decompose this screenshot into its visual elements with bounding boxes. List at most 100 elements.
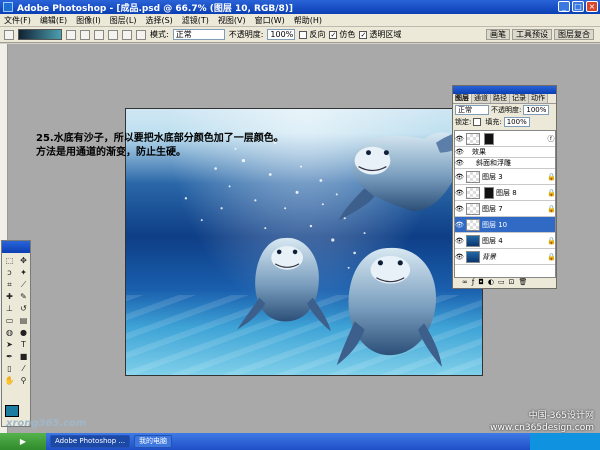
- crop-tool-icon[interactable]: ⌗: [3, 279, 16, 290]
- menu-filter[interactable]: 滤镜(T): [182, 15, 209, 26]
- tab-history[interactable]: 记录: [510, 94, 529, 103]
- move-tool-icon[interactable]: ✥: [17, 255, 30, 266]
- gradient-tool-icon-box[interactable]: ▤: [17, 315, 30, 326]
- menu-view[interactable]: 视图(V): [218, 15, 246, 26]
- menu-edit[interactable]: 编辑(E): [40, 15, 67, 26]
- opacity-field[interactable]: 100%: [267, 29, 296, 40]
- menu-layer[interactable]: 图层(L): [110, 15, 137, 26]
- new-fill-layer-icon[interactable]: ◐: [488, 278, 494, 287]
- dither-checkbox[interactable]: ✓: [329, 30, 338, 39]
- blend-mode-select[interactable]: 正常: [455, 105, 489, 115]
- notes-tool-icon[interactable]: ▯: [3, 363, 16, 374]
- tab-layers[interactable]: 图层: [453, 94, 472, 103]
- blur-tool-icon[interactable]: ◍: [3, 327, 16, 338]
- blend-row: 正常 不透明度: 100%: [453, 104, 556, 116]
- tab-tool-presets[interactable]: 工具预设: [512, 29, 552, 40]
- menu-select[interactable]: 选择(S): [145, 15, 172, 26]
- eye-icon[interactable]: 👁: [455, 237, 464, 245]
- taskbar-item-my-computer[interactable]: 我的电脑: [134, 435, 173, 448]
- minimize-button[interactable]: _: [558, 1, 570, 12]
- layer-row[interactable]: 👁 背景 🔒: [455, 249, 556, 265]
- gradient-tool-icon[interactable]: [4, 29, 14, 40]
- gradient-picker[interactable]: [18, 29, 62, 40]
- type-tool-icon[interactable]: T: [17, 339, 30, 350]
- eye-icon[interactable]: 👁: [455, 135, 464, 143]
- clone-stamp-icon[interactable]: ⊥: [3, 303, 16, 314]
- mode-select[interactable]: 正常: [172, 29, 225, 40]
- add-style-icon[interactable]: ƒ: [472, 278, 474, 287]
- menu-image[interactable]: 图像(I): [76, 15, 101, 26]
- brush-tool-icon[interactable]: ✎: [17, 291, 30, 302]
- shape-tool-icon[interactable]: ■: [17, 351, 30, 362]
- menu-help[interactable]: 帮助(H): [294, 15, 322, 26]
- history-brush-icon[interactable]: ↺: [17, 303, 30, 314]
- effects-label: 效果: [472, 148, 486, 156]
- layer-row[interactable]: 👁 图层 7 🔒: [455, 201, 556, 217]
- eraser-tool-icon[interactable]: ▭: [3, 315, 16, 326]
- path-select-icon[interactable]: ➤: [3, 339, 16, 350]
- eye-icon[interactable]: 👁: [455, 173, 464, 181]
- delete-layer-icon[interactable]: 🗑: [518, 278, 527, 287]
- hand-tool-icon[interactable]: ✋: [3, 375, 16, 386]
- transparency-checkbox-wrap[interactable]: ✓ 透明区域: [359, 29, 401, 40]
- maximize-button[interactable]: □: [572, 1, 584, 12]
- zoom-tool-icon[interactable]: ⚲: [17, 375, 30, 386]
- tab-brushes[interactable]: 画笔: [486, 29, 510, 40]
- tab-layer-comps[interactable]: 图层复合: [554, 29, 594, 40]
- link-layers-icon[interactable]: ∞: [462, 278, 468, 287]
- foreground-color[interactable]: [5, 405, 19, 417]
- layer-row[interactable]: 👁 ⓕ: [455, 131, 555, 147]
- add-mask-icon[interactable]: ◘: [478, 278, 484, 287]
- healing-brush-icon[interactable]: ✚: [3, 291, 16, 302]
- layer-row[interactable]: 👁 图层 3 🔒: [455, 169, 556, 185]
- eyedropper-icon[interactable]: ⁄: [17, 363, 30, 374]
- layer-effect-row[interactable]: 👁 斜面和浮雕: [455, 158, 555, 169]
- dodge-tool-icon[interactable]: ●: [17, 327, 30, 338]
- layers-panel-header[interactable]: [453, 86, 556, 94]
- start-button[interactable]: ▶: [0, 433, 46, 450]
- taskbar: ▶ Adobe Photoshop ... 我的电脑: [0, 433, 600, 450]
- radial-gradient-icon[interactable]: [94, 29, 104, 40]
- layer-row[interactable]: 👁 图层 4 🔒: [455, 233, 556, 249]
- linear-gradient-icon[interactable]: [80, 29, 90, 40]
- eye-icon[interactable]: 👁: [455, 159, 464, 167]
- opacity-label: 不透明度:: [228, 30, 264, 39]
- angle-gradient-icon[interactable]: [108, 29, 118, 40]
- menu-file[interactable]: 文件(F): [4, 15, 31, 26]
- layer-opacity-field[interactable]: 100%: [523, 105, 550, 115]
- transparency-checkbox[interactable]: ✓: [359, 30, 368, 39]
- reflected-gradient-icon[interactable]: [122, 29, 132, 40]
- fill-field[interactable]: 100%: [503, 117, 530, 127]
- close-button[interactable]: ×: [586, 1, 598, 12]
- diamond-gradient-icon[interactable]: [136, 29, 146, 40]
- eye-icon[interactable]: 👁: [455, 189, 464, 197]
- gradient-dropdown-icon[interactable]: [66, 29, 76, 40]
- reverse-checkbox-wrap[interactable]: 反向: [299, 29, 325, 40]
- eye-icon[interactable]: 👁: [455, 221, 464, 229]
- dither-checkbox-wrap[interactable]: ✓ 仿色: [329, 29, 355, 40]
- slice-tool-icon[interactable]: ⟋: [17, 279, 30, 290]
- eye-icon[interactable]: 👁: [455, 253, 464, 261]
- new-group-icon[interactable]: ▭: [498, 278, 505, 287]
- tab-actions[interactable]: 动作: [529, 94, 548, 103]
- reverse-checkbox[interactable]: [299, 30, 308, 39]
- tab-channels[interactable]: 通道: [472, 94, 491, 103]
- menu-window[interactable]: 窗口(W): [255, 15, 285, 26]
- effects-icon: ⓕ: [547, 134, 555, 143]
- layer-row-selected[interactable]: 👁 图层 10: [455, 217, 555, 233]
- pen-tool-icon[interactable]: ✒: [3, 351, 16, 362]
- marquee-tool-icon[interactable]: ⬚: [3, 255, 16, 266]
- toolbox-header[interactable]: [2, 241, 30, 253]
- layer-effect-row[interactable]: 👁 效果: [455, 147, 555, 158]
- photoshop-logo-icon: [3, 2, 13, 12]
- eye-icon[interactable]: 👁: [455, 148, 464, 156]
- lasso-tool-icon[interactable]: ↄ: [3, 267, 16, 278]
- layer-row[interactable]: 👁 图层 8 🔒: [455, 185, 556, 201]
- eye-icon[interactable]: 👁: [455, 205, 464, 213]
- lock-transparency-checkbox[interactable]: [473, 118, 482, 126]
- tab-paths[interactable]: 路径: [491, 94, 510, 103]
- menu-bar: 文件(F) 编辑(E) 图像(I) 图层(L) 选择(S) 滤镜(T) 视图(V…: [0, 14, 600, 27]
- new-layer-icon[interactable]: ⊡: [509, 278, 515, 287]
- taskbar-item-photoshop[interactable]: Adobe Photoshop ...: [50, 435, 131, 448]
- magic-wand-icon[interactable]: ✦: [17, 267, 30, 278]
